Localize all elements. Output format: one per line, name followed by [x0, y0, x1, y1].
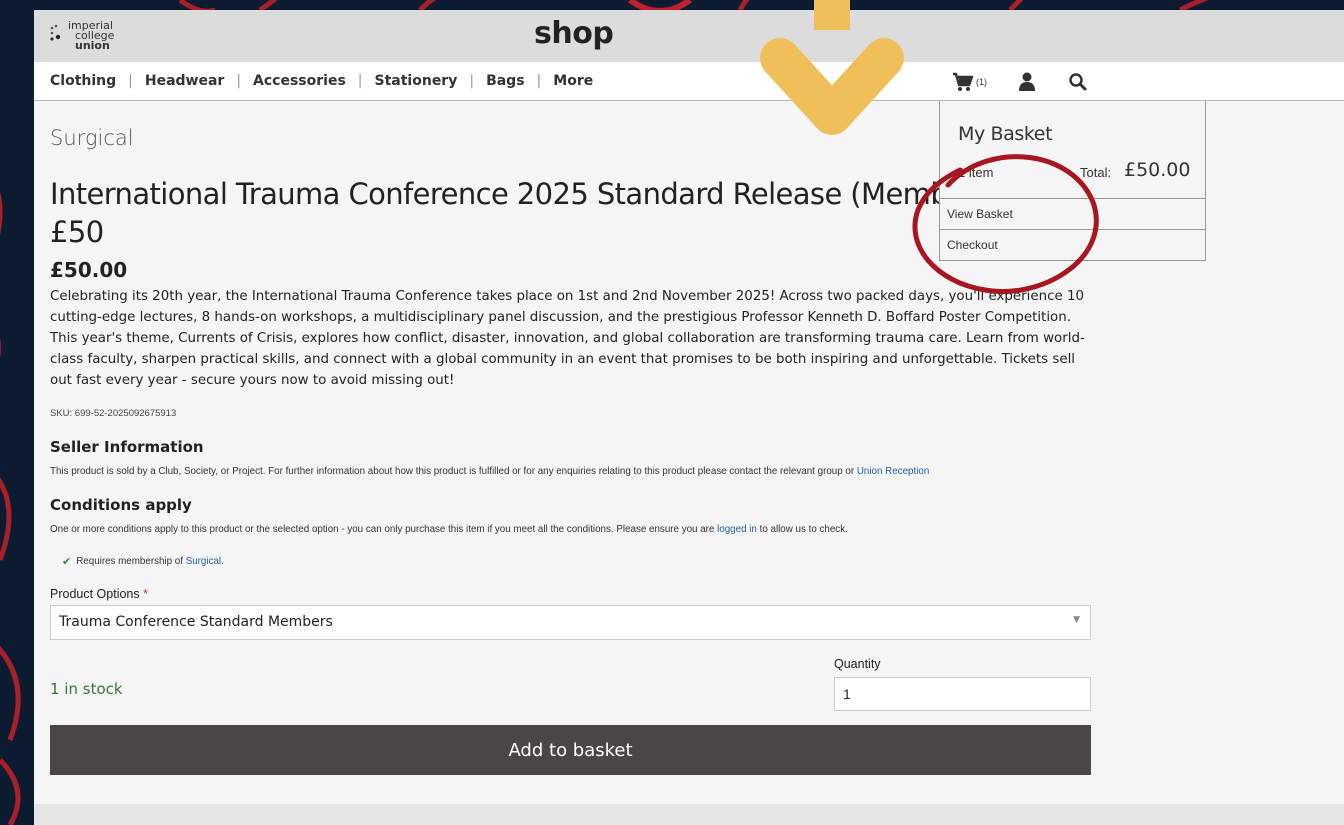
nav-separator: | — [128, 73, 133, 89]
category-nav: Clothing | Headwear | Accessories | Stat… — [34, 62, 1344, 101]
nav-item-clothing[interactable]: Clothing — [50, 73, 116, 89]
site-header: imperial college union shop — [34, 10, 1344, 62]
basket-total-label: Total: — [1080, 165, 1112, 180]
check-icon: ✔ — [62, 556, 72, 568]
quantity-input[interactable]: 1 — [834, 677, 1091, 711]
stock-status: 1 in stock — [50, 680, 123, 698]
basket-item-count: 1 item — [958, 165, 994, 180]
nav-item-stationery[interactable]: Stationery — [375, 73, 458, 89]
footer-strip — [34, 804, 1344, 825]
quantity-label: Quantity — [834, 657, 881, 671]
nav-item-accessories[interactable]: Accessories — [253, 73, 346, 89]
basket-dropdown: My Basket 1 item Total: £50.00 View Bask… — [939, 101, 1206, 261]
conditions-heading: Conditions apply — [50, 496, 192, 514]
product-description: Celebrating its 20th year, the Internati… — [50, 289, 1085, 388]
product-sku: SKU: 699-52-2025092675913 — [50, 408, 177, 419]
logo-text: imperial college union — [68, 19, 115, 52]
product-options-select[interactable]: Trauma Conference Standard Members ▼ — [50, 605, 1091, 640]
add-to-basket-button[interactable]: Add to basket — [50, 725, 1091, 775]
nav-separator: | — [469, 73, 475, 89]
shop-title: shop — [534, 16, 614, 51]
logo-dots-icon — [50, 24, 61, 41]
nav-item-more[interactable]: More — [553, 73, 593, 89]
nav-item-headwear[interactable]: Headwear — [145, 73, 224, 89]
nav-separator: | — [236, 73, 242, 89]
logged-in-link[interactable]: logged in — [717, 524, 757, 535]
cart-count-badge: (1) — [976, 77, 987, 87]
seller-heading: Seller Information — [50, 438, 204, 456]
union-reception-link[interactable]: Union Reception — [857, 466, 929, 477]
basket-button[interactable]: (1) — [952, 72, 1002, 92]
browser-page: imperial college union shop Clothing | H… — [34, 10, 1344, 825]
chevron-down-icon: ▼ — [1073, 615, 1080, 625]
product-title-price: £50 — [50, 215, 104, 249]
cart-icon — [953, 72, 974, 91]
product-category: Surgical — [50, 126, 134, 150]
product-price: £50.00 — [50, 258, 128, 282]
nav-icons: (1) — [952, 70, 1102, 94]
required-mark: * — [143, 587, 148, 601]
checkout-link[interactable]: Checkout — [940, 229, 1206, 260]
product-options-label: Product Options * — [50, 587, 148, 601]
union-logo[interactable]: imperial college union — [46, 18, 166, 54]
product-title: International Trauma Conference 2025 Sta… — [50, 177, 950, 211]
user-icon[interactable] — [1018, 72, 1036, 92]
conditions-text: One or more conditions apply to this pro… — [50, 524, 848, 535]
nav-separator: | — [536, 73, 542, 89]
seller-text: This product is sold by a Club, Society,… — [50, 466, 930, 477]
nav-links: Clothing | Headwear | Accessories | Stat… — [50, 73, 593, 89]
surgical-link[interactable]: Surgical — [186, 556, 221, 567]
membership-requirement: ✔ Requires membership of Surgical. — [62, 556, 224, 568]
basket-total: £50.00 — [1124, 159, 1191, 181]
view-basket-link[interactable]: View Basket — [940, 198, 1206, 229]
nav-item-bags[interactable]: Bags — [486, 73, 524, 89]
search-icon[interactable] — [1068, 72, 1088, 92]
basket-title: My Basket — [958, 123, 1053, 145]
nav-separator: | — [357, 73, 363, 89]
